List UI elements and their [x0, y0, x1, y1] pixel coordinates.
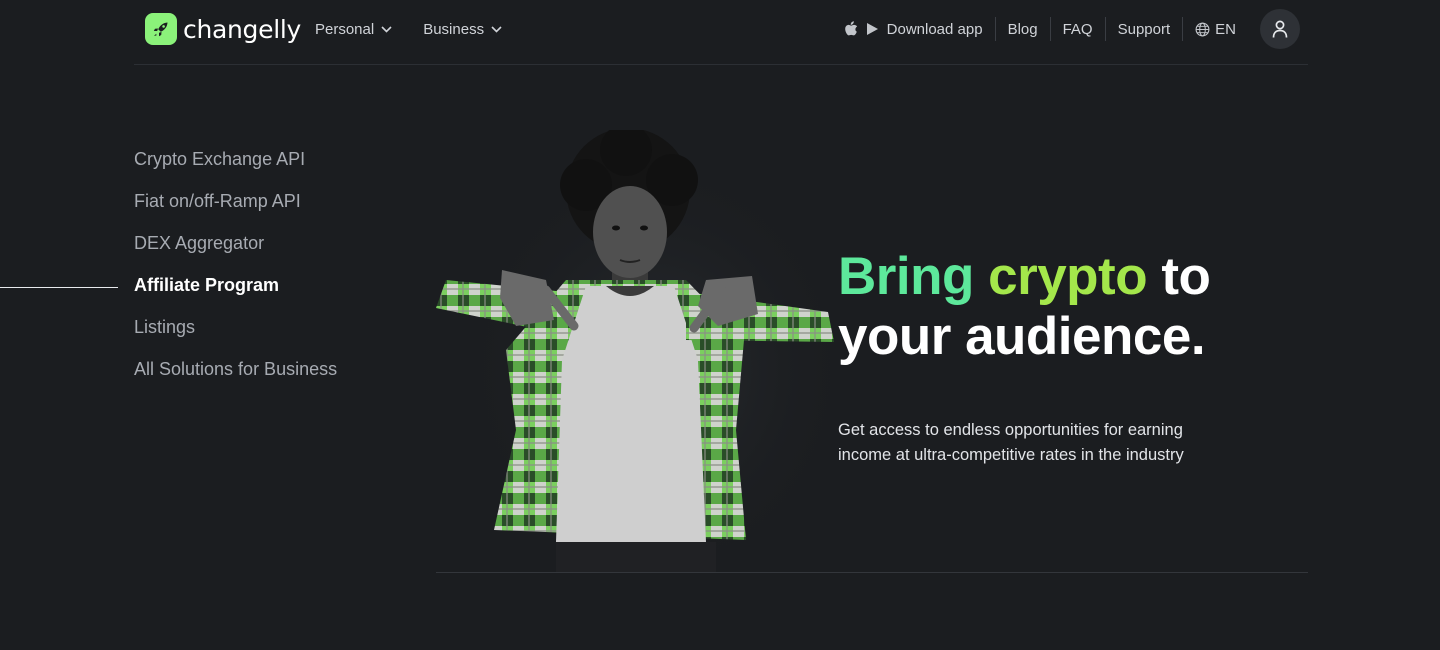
- side-item-fiat-ramp-api[interactable]: Fiat on/off-Ramp API: [134, 189, 364, 213]
- side-item-crypto-exchange-api[interactable]: Crypto Exchange API: [134, 147, 364, 171]
- active-indicator-line: [0, 287, 118, 288]
- business-side-menu: Crypto Exchange API Fiat on/off-Ramp API…: [134, 147, 364, 399]
- nav-faq[interactable]: FAQ: [1051, 21, 1105, 38]
- nav-business[interactable]: Business: [423, 21, 502, 38]
- chevron-down-icon: [491, 25, 502, 33]
- nav-support[interactable]: Support: [1106, 21, 1183, 38]
- chevron-down-icon: [381, 25, 392, 33]
- hero-title-word-bring: Bring: [838, 247, 974, 306]
- side-item-all-solutions[interactable]: All Solutions for Business: [134, 357, 364, 381]
- side-item-dex-aggregator[interactable]: DEX Aggregator: [134, 231, 364, 255]
- main-nav: Personal Business: [315, 0, 533, 58]
- nav-blog[interactable]: Blog: [996, 21, 1050, 38]
- play-store-icon[interactable]: [866, 22, 879, 36]
- side-item-listings[interactable]: Listings: [134, 315, 364, 339]
- side-item-affiliate-program[interactable]: Affiliate Program: [134, 273, 364, 297]
- globe-icon: [1195, 22, 1210, 36]
- download-app-label: Download app: [886, 20, 983, 38]
- nav-personal-label: Personal: [315, 20, 375, 38]
- user-icon: [1272, 20, 1288, 38]
- hero-title-word-crypto: crypto: [988, 247, 1148, 306]
- hero-photo: [436, 124, 856, 590]
- logo[interactable]: changelly: [145, 13, 301, 45]
- download-app-link[interactable]: Download app: [844, 21, 995, 38]
- apple-icon[interactable]: [844, 21, 858, 37]
- nav-business-label: Business: [423, 20, 485, 38]
- hero-title: Bring crypto to your audience.: [838, 247, 1308, 367]
- utility-nav: Download app Blog FAQ Support EN: [844, 8, 1300, 50]
- brand-name: changelly: [183, 14, 301, 44]
- hero-subtitle: Get access to endless opportunities for …: [838, 421, 1184, 464]
- rocket-icon: [145, 13, 177, 45]
- site-header: changelly Personal Business Download app…: [134, 0, 1308, 65]
- section-divider: [436, 572, 1308, 573]
- nav-personal[interactable]: Personal: [315, 21, 392, 38]
- account-button[interactable]: [1260, 9, 1300, 49]
- language-selector[interactable]: EN: [1183, 21, 1248, 38]
- language-label: EN: [1215, 20, 1236, 38]
